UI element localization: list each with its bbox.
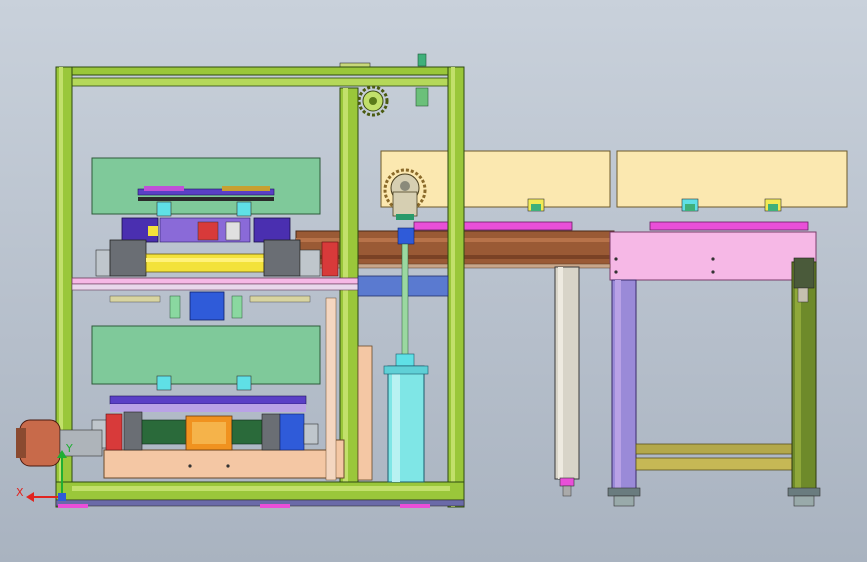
top-beam xyxy=(55,66,465,76)
cross-beam xyxy=(635,443,793,455)
cad-drawing: X Y xyxy=(16,53,848,508)
clamp-block xyxy=(681,198,699,212)
magenta-rail xyxy=(413,221,573,231)
magenta-rail xyxy=(649,221,809,231)
sprocket-icon xyxy=(357,85,389,117)
axis-y-label: Y xyxy=(65,442,73,455)
clamp-block xyxy=(764,198,782,212)
product-card-right xyxy=(616,150,848,208)
cross-beam xyxy=(635,457,793,471)
right-conveyor-assembly xyxy=(295,150,848,507)
green-panel xyxy=(91,157,321,215)
top-beam xyxy=(71,77,451,87)
clamp-block xyxy=(527,198,545,212)
cad-viewport[interactable]: X Y xyxy=(0,0,867,562)
axis-x-label: X xyxy=(16,486,24,499)
green-panel xyxy=(91,325,321,385)
frame-post xyxy=(447,66,465,508)
